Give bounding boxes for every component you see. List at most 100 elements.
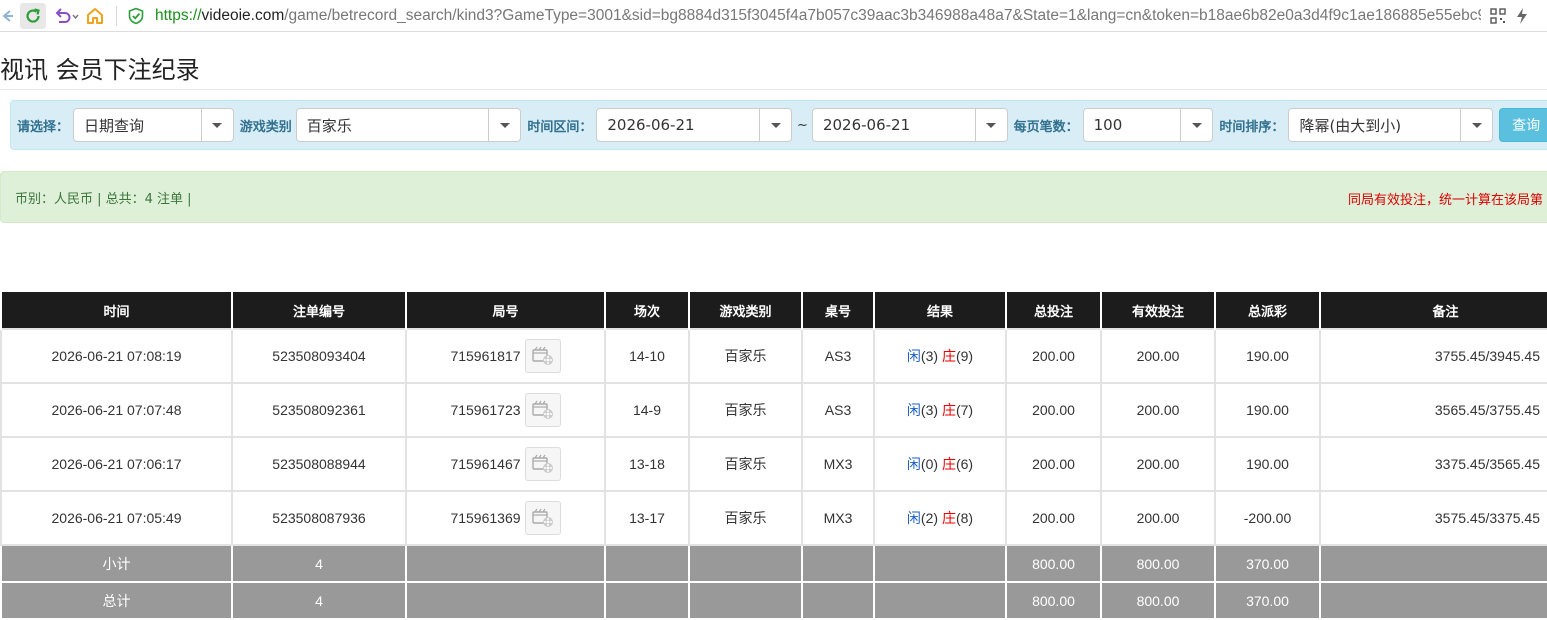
query-button[interactable]: 查询 [1499, 108, 1547, 142]
date-to-value: 2026-06-21 [822, 116, 911, 134]
result-banker-label: 庄 [941, 402, 956, 418]
chevron-down-icon [200, 109, 233, 141]
back-arrow-icon[interactable] [0, 5, 14, 27]
per-page-label: 每页笔数： [1013, 119, 1079, 135]
result-banker-score: (9) [955, 348, 974, 364]
result-player-label: 闲 [906, 510, 921, 526]
subtotal-payout: 370.00 [1214, 544, 1321, 583]
time-range-label: 时间区间： [527, 119, 593, 135]
header-session: 场次 [604, 292, 690, 329]
result-player-label: 闲 [906, 348, 921, 364]
header-game-type: 游戏类别 [688, 292, 803, 329]
game-type-select[interactable]: 百家乐 [295, 108, 522, 142]
header-payout: 总派彩 [1214, 292, 1321, 329]
cell-session: 14-10 [604, 328, 690, 384]
result-player-score: (2) [920, 510, 939, 526]
query-type-select[interactable]: 日期查询 [73, 108, 234, 142]
cell-valid-bet: 200.00 [1100, 382, 1216, 438]
result-player-label: 闲 [906, 402, 921, 418]
title-divider [0, 89, 1547, 90]
result-banker-label: 庄 [941, 510, 956, 526]
cell-remark: 3565.45/3755.45 [1319, 382, 1547, 438]
cell-session: 13-17 [604, 490, 690, 546]
round-number: 715961817 [450, 348, 521, 364]
sort-select[interactable]: 降幂(由大到小) [1288, 108, 1494, 142]
round-number: 715961369 [450, 510, 521, 526]
home-icon[interactable] [84, 5, 106, 27]
cell-bet-no: 523508088944 [231, 436, 407, 492]
result-banker-label: 庄 [941, 348, 956, 364]
undo-icon[interactable] [52, 5, 80, 27]
cell-round: 715961369 [405, 490, 606, 546]
url-path: /game/betrecord_search/kind3?GameType=30… [284, 6, 1481, 24]
cell-remark: 3375.45/3565.45 [1319, 436, 1547, 492]
total-payout: 370.00 [1214, 581, 1321, 620]
table-header-row: 时间 注单编号 局号 场次 游戏类别 桌号 结果 总投注 有效投注 总派彩 备注 [0, 292, 1547, 329]
table-row: 2026-06-21 07:08:19 523508093404 715961817… [0, 328, 1547, 384]
cell-valid-bet: 200.00 [1100, 490, 1216, 546]
cell-table: MX3 [801, 436, 875, 492]
cell-payout: 190.00 [1214, 328, 1321, 384]
header-remark: 备注 [1319, 292, 1547, 329]
game-type-value: 百家乐 [306, 116, 352, 135]
cell-payout: -200.00 [1214, 490, 1321, 546]
table-row: 2026-06-21 07:06:17 523508088944 715961467… [0, 436, 1547, 492]
cell-total-bet: 200.00 [1005, 328, 1102, 384]
chevron-down-icon [974, 109, 1007, 141]
result-player-score: (3) [920, 402, 939, 418]
cell-round: 715961817 [405, 328, 606, 384]
total-count: 4 [231, 581, 407, 620]
cell-result: 闲(3) 庄(7) [873, 382, 1007, 438]
url-host: videoie.com [201, 6, 285, 24]
cell-payout: 190.00 [1214, 382, 1321, 438]
cell-valid-bet: 200.00 [1100, 328, 1216, 384]
lightning-icon[interactable] [1511, 5, 1533, 27]
info-bar: 币别：人民币 | 总共：4 注单 | 同局有效投注，统一计算在该局第 [0, 171, 1547, 223]
summary-text: 币别：人民币 | 总共：4 注单 | [15, 191, 192, 207]
game-type-label: 游戏类别 [239, 119, 292, 135]
cell-table: AS3 [801, 328, 875, 384]
select-label: 请选择： [17, 119, 70, 135]
subtotal-row: 小计 4 800.00 800.00 370.00 [0, 544, 1547, 583]
total-label: 总计 [0, 581, 233, 620]
total-total-bet: 800.00 [1005, 581, 1102, 620]
refresh-icon[interactable] [20, 2, 46, 29]
cell-total-bet: 200.00 [1005, 490, 1102, 546]
header-round: 局号 [405, 292, 606, 329]
bet-records-table: 时间 注单编号 局号 场次 游戏类别 桌号 结果 总投注 有效投注 总派彩 备注… [0, 292, 1547, 620]
browser-toolbar: https://videoie.com/game/betrecord_searc… [0, 0, 1547, 32]
per-page-value: 100 [1093, 116, 1123, 134]
cell-total-bet: 200.00 [1005, 382, 1102, 438]
table-row: 2026-06-21 07:05:49 523508087936 715961369… [0, 490, 1547, 546]
video-replay-icon[interactable] [524, 501, 561, 535]
cell-bet-no: 523508087936 [231, 490, 407, 546]
chevron-down-icon [1460, 109, 1492, 141]
page-title: 视讯 会员下注纪录 [0, 56, 200, 84]
cell-round: 715961467 [405, 436, 606, 492]
video-replay-icon[interactable] [524, 339, 561, 373]
chevron-down-icon [759, 109, 791, 141]
per-page-select[interactable]: 100 [1082, 108, 1214, 142]
date-range-separator: ~ [797, 117, 808, 133]
result-player-score: (3) [920, 348, 939, 364]
video-replay-icon[interactable] [524, 393, 561, 427]
result-banker-score: (8) [955, 510, 974, 526]
header-table-no: 桌号 [801, 292, 875, 329]
address-bar[interactable]: https://videoie.com/game/betrecord_searc… [155, 7, 1481, 25]
cell-session: 13-18 [604, 436, 690, 492]
qr-code-icon[interactable] [1487, 5, 1509, 27]
toolbar-divider [116, 5, 117, 26]
video-replay-icon[interactable] [524, 447, 561, 481]
cell-total-bet: 200.00 [1005, 436, 1102, 492]
result-banker-score: (6) [955, 456, 974, 472]
date-to-select[interactable]: 2026-06-21 [811, 108, 1008, 142]
date-from-select[interactable]: 2026-06-21 [596, 108, 793, 142]
result-banker-score: (7) [955, 402, 974, 418]
header-bet-no: 注单编号 [231, 292, 407, 329]
shield-check-icon [125, 5, 147, 27]
sort-value: 降幂(由大到小) [1299, 116, 1402, 135]
cell-result: 闲(3) 庄(9) [873, 328, 1007, 384]
cell-bet-no: 523508093404 [231, 328, 407, 384]
header-time: 时间 [0, 292, 233, 329]
chevron-down-icon [488, 109, 520, 141]
